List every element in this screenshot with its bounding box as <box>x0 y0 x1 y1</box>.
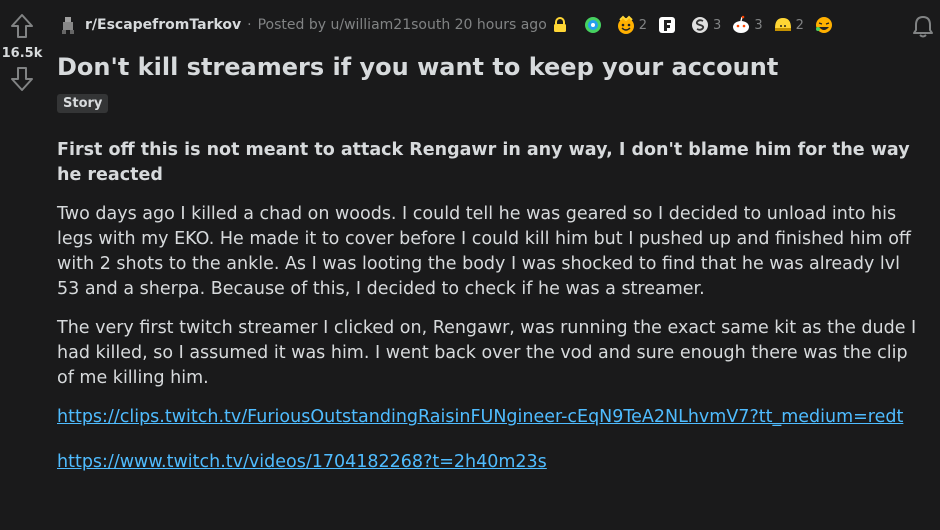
upvote-arrow-icon <box>11 14 33 38</box>
twitch-clip-link[interactable]: https://clips.twitch.tv/FuriousOutstandi… <box>57 407 903 427</box>
post-paragraph: Two days ago I killed a chad on woods. I… <box>57 204 911 299</box>
subreddit-link[interactable]: r/EscapefromTarkov <box>85 17 241 33</box>
post: r/EscapefromTarkov · Posted by u/william… <box>57 0 924 472</box>
vote-column: 16.5k <box>0 0 44 530</box>
vote-score: 16.5k <box>1 46 43 61</box>
f-award-icon <box>659 17 676 33</box>
notification-bell-button[interactable] <box>912 14 934 42</box>
posted-by[interactable]: Posted by u/william21south 20 hours ago <box>258 17 547 33</box>
upvote-button[interactable] <box>8 12 36 40</box>
award-item[interactable]: 3 <box>690 15 721 35</box>
silver-award-icon <box>692 17 709 33</box>
post-flair[interactable]: Story <box>57 94 109 113</box>
wholesome-award-icon <box>617 15 634 34</box>
downvote-arrow-icon <box>11 67 33 91</box>
post-paragraph: First off this is not meant to attack Re… <box>57 140 910 185</box>
award-item[interactable]: 3 <box>731 15 763 35</box>
post-title[interactable]: Don't kill streamers if you want to keep… <box>57 52 778 82</box>
lock-icon <box>553 17 567 33</box>
laugh-award-icon <box>815 17 832 33</box>
meta-separator: · <box>247 17 252 33</box>
award-item[interactable] <box>657 15 680 35</box>
twitch-video-link[interactable]: https://www.twitch.tv/videos/1704182268?… <box>57 452 547 472</box>
award-item[interactable] <box>814 15 837 35</box>
award-item[interactable] <box>583 15 606 35</box>
post-body: First off this is not meant to attack Re… <box>57 138 917 495</box>
downvote-button[interactable] <box>8 65 36 93</box>
post-meta: r/EscapefromTarkov · Posted by u/william… <box>57 0 924 50</box>
award-item[interactable]: 2 <box>616 15 647 35</box>
subreddit-icon[interactable] <box>57 14 79 36</box>
award-item[interactable]: 2 <box>773 15 804 35</box>
helmet-award-icon <box>774 18 791 31</box>
globe-award-icon <box>584 17 601 33</box>
bell-icon <box>913 16 933 38</box>
post-paragraph: The very first twitch streamer I clicked… <box>57 318 917 388</box>
snoo-award-icon <box>733 15 750 33</box>
